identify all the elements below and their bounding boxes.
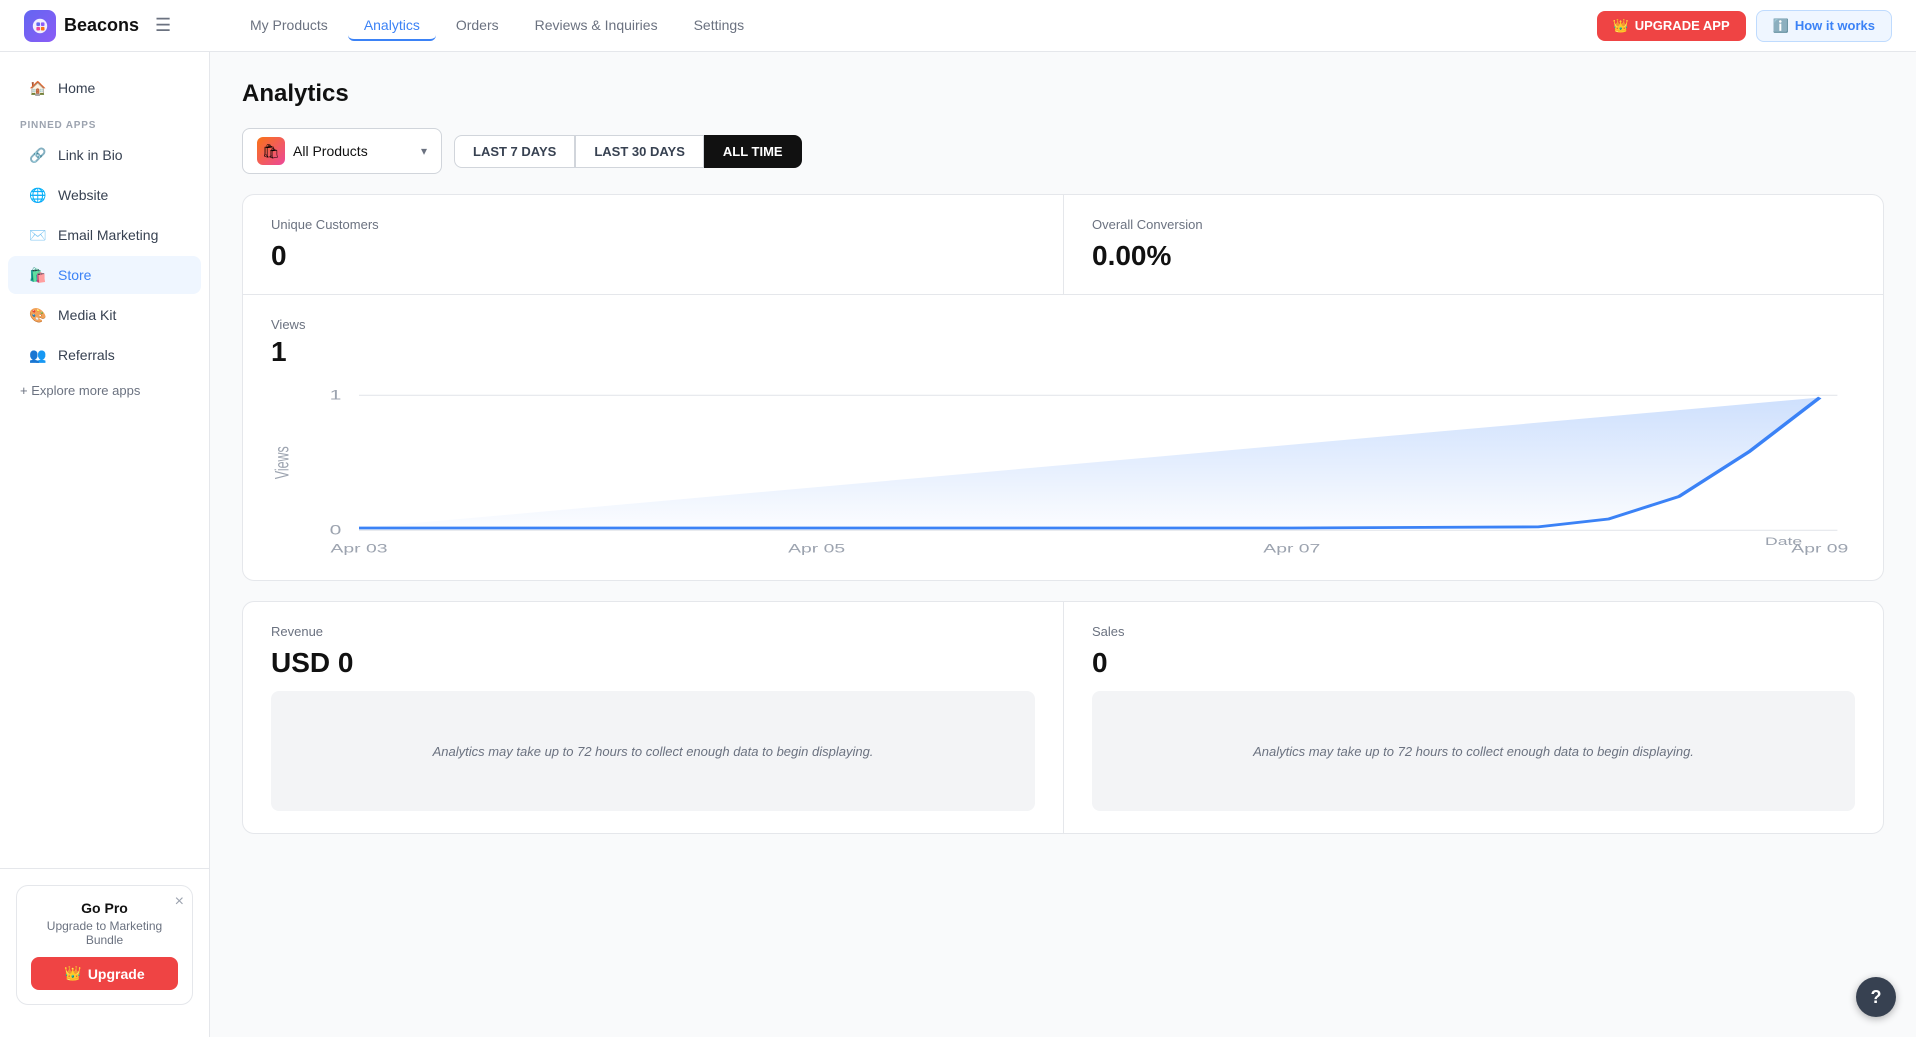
product-icon: 🛍: [257, 137, 285, 165]
bottom-cards: Revenue USD 0 Analytics may take up to 7…: [242, 601, 1884, 834]
sidebar-item-home[interactable]: 🏠 Home: [8, 69, 201, 107]
sidebar-item-store[interactable]: 🛍️ Store: [8, 256, 201, 294]
go-pro-title: Go Pro: [31, 900, 178, 916]
pinned-apps-label: PINNED APPS: [0, 108, 209, 135]
svg-text:Apr 05: Apr 05: [788, 542, 845, 556]
svg-text:Apr 03: Apr 03: [330, 542, 387, 556]
nav-analytics[interactable]: Analytics: [348, 11, 436, 41]
svg-text:Views: Views: [272, 446, 293, 479]
views-chart-svg: 1 0 Views: [271, 384, 1855, 564]
overall-conversion-value: 0.00%: [1092, 240, 1855, 272]
how-it-works-button[interactable]: ℹ️ How it works: [1756, 10, 1892, 42]
layout: 🏠 Home PINNED APPS 🔗 Link in Bio 🌐 Websi…: [0, 52, 1916, 1037]
info-icon: ℹ️: [1773, 18, 1789, 34]
nav-reviews-inquiries[interactable]: Reviews & Inquiries: [519, 11, 674, 41]
sidebar: 🏠 Home PINNED APPS 🔗 Link in Bio 🌐 Websi…: [0, 52, 210, 1037]
sidebar-item-referrals[interactable]: 👥 Referrals: [8, 336, 201, 374]
svg-text:Date: Date: [1765, 536, 1802, 548]
svg-text:0: 0: [330, 523, 342, 538]
top-nav: Beacons ☰ My Products Analytics Orders R…: [0, 0, 1916, 52]
brand: Beacons ☰: [24, 10, 234, 42]
media-kit-icon: 🎨: [28, 305, 48, 325]
all-time-button[interactable]: ALL TIME: [704, 135, 802, 168]
filters-bar: 🛍 All Products ▾ LAST 7 DAYS LAST 30 DAY…: [242, 128, 1884, 174]
product-name-label: All Products: [293, 143, 368, 159]
product-select-dropdown[interactable]: 🛍 All Products ▾: [242, 128, 442, 174]
unique-customers-value: 0: [271, 240, 1035, 272]
revenue-value: USD 0: [271, 647, 1035, 679]
nav-settings[interactable]: Settings: [678, 11, 761, 41]
revenue-notice: Analytics may take up to 72 hours to col…: [271, 691, 1035, 811]
views-chart-label: Views: [271, 317, 1855, 332]
overall-conversion-card: Overall Conversion 0.00%: [1063, 194, 1884, 295]
hamburger-icon[interactable]: ☰: [155, 15, 171, 36]
views-chart-value: 1: [271, 336, 1855, 368]
website-icon: 🌐: [28, 185, 48, 205]
sales-card: Sales 0 Analytics may take up to 72 hour…: [1063, 601, 1884, 834]
views-chart-container: 1 0 Views: [271, 384, 1855, 564]
go-pro-card: × Go Pro Upgrade to Marketing Bundle 👑 U…: [16, 885, 193, 1005]
time-filter-group: LAST 7 DAYS LAST 30 DAYS ALL TIME: [454, 135, 802, 168]
close-go-pro-button[interactable]: ×: [175, 894, 184, 910]
overall-conversion-label: Overall Conversion: [1092, 217, 1855, 232]
svg-text:Apr 07: Apr 07: [1263, 542, 1320, 556]
views-chart-card: Views 1 1 0 Views: [242, 295, 1884, 581]
sales-label: Sales: [1092, 624, 1855, 639]
last-7-days-button[interactable]: LAST 7 DAYS: [454, 135, 575, 168]
nav-links: My Products Analytics Orders Reviews & I…: [234, 11, 1597, 41]
crown-sidebar-icon: 👑: [64, 965, 81, 982]
chevron-down-icon: ▾: [421, 144, 427, 158]
home-icon: 🏠: [28, 78, 48, 98]
store-icon: 🛍️: [28, 265, 48, 285]
unique-customers-card: Unique Customers 0: [242, 194, 1063, 295]
revenue-card: Revenue USD 0 Analytics may take up to 7…: [242, 601, 1063, 834]
nav-actions: 👑 UPGRADE APP ℹ️ How it works: [1597, 10, 1892, 42]
nav-orders[interactable]: Orders: [440, 11, 515, 41]
sidebar-item-website[interactable]: 🌐 Website: [8, 176, 201, 214]
brand-name: Beacons: [64, 15, 139, 36]
upgrade-app-button[interactable]: 👑 UPGRADE APP: [1597, 11, 1746, 41]
page-title: Analytics: [242, 80, 1884, 108]
sidebar-bottom: × Go Pro Upgrade to Marketing Bundle 👑 U…: [0, 868, 209, 1021]
nav-my-products[interactable]: My Products: [234, 11, 344, 41]
email-icon: ✉️: [28, 225, 48, 245]
sales-value: 0: [1092, 647, 1855, 679]
explore-more-link[interactable]: + Explore more apps: [0, 375, 209, 406]
unique-customers-label: Unique Customers: [271, 217, 1035, 232]
crown-icon: 👑: [1613, 18, 1629, 34]
link-icon: 🔗: [28, 145, 48, 165]
upgrade-sidebar-button[interactable]: 👑 Upgrade: [31, 957, 178, 990]
sales-notice: Analytics may take up to 72 hours to col…: [1092, 691, 1855, 811]
referrals-icon: 👥: [28, 345, 48, 365]
main-content: Analytics 🛍 All Products ▾ LAST 7 DAYS L…: [210, 52, 1916, 1037]
sidebar-item-email-marketing[interactable]: ✉️ Email Marketing: [8, 216, 201, 254]
svg-text:1: 1: [330, 388, 342, 403]
sidebar-item-link-in-bio[interactable]: 🔗 Link in Bio: [8, 136, 201, 174]
brand-logo: [24, 10, 56, 42]
stat-cards: Unique Customers 0 Overall Conversion 0.…: [242, 194, 1884, 295]
last-30-days-button[interactable]: LAST 30 DAYS: [575, 135, 704, 168]
sidebar-item-media-kit[interactable]: 🎨 Media Kit: [8, 296, 201, 334]
go-pro-subtitle: Upgrade to Marketing Bundle: [31, 919, 178, 947]
help-button[interactable]: ?: [1856, 977, 1896, 1017]
revenue-label: Revenue: [271, 624, 1035, 639]
